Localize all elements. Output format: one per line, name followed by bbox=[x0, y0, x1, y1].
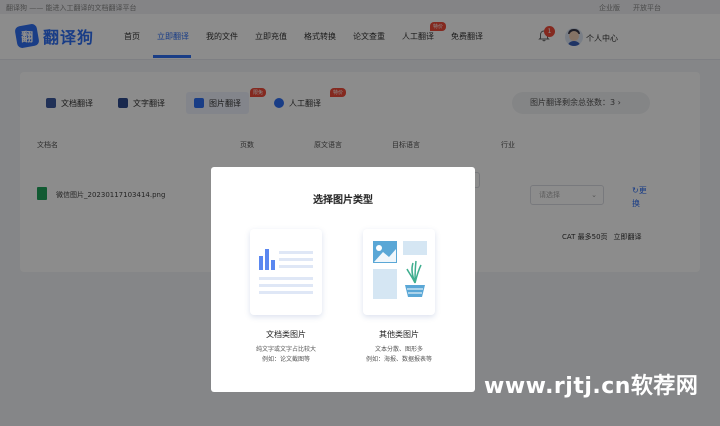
watermark: www.rjtj.cn软荐网 bbox=[484, 374, 699, 399]
poster-image-icon bbox=[373, 241, 427, 299]
modal-title: 选择图片类型 bbox=[313, 195, 373, 206]
option-document-desc2: 例如：论文截图等 bbox=[261, 356, 310, 363]
option-other-image[interactable] bbox=[363, 229, 435, 315]
option-other-desc1: 文本分散、图形多 bbox=[374, 346, 423, 353]
option-document-label: 文档类图片 bbox=[266, 330, 306, 339]
document-chart-icon bbox=[259, 249, 313, 294]
option-other-label: 其他类图片 bbox=[379, 330, 419, 339]
option-document-desc1: 纯文字或文字占比较大 bbox=[255, 346, 316, 353]
option-document-image[interactable] bbox=[250, 229, 322, 315]
option-other-desc2: 例如：海报、数据报表等 bbox=[365, 356, 432, 363]
image-type-modal: 选择图片类型 文档类图片 纯文字或文字占比较大 例如：论文截图等 其他类图片 文… bbox=[211, 167, 475, 392]
